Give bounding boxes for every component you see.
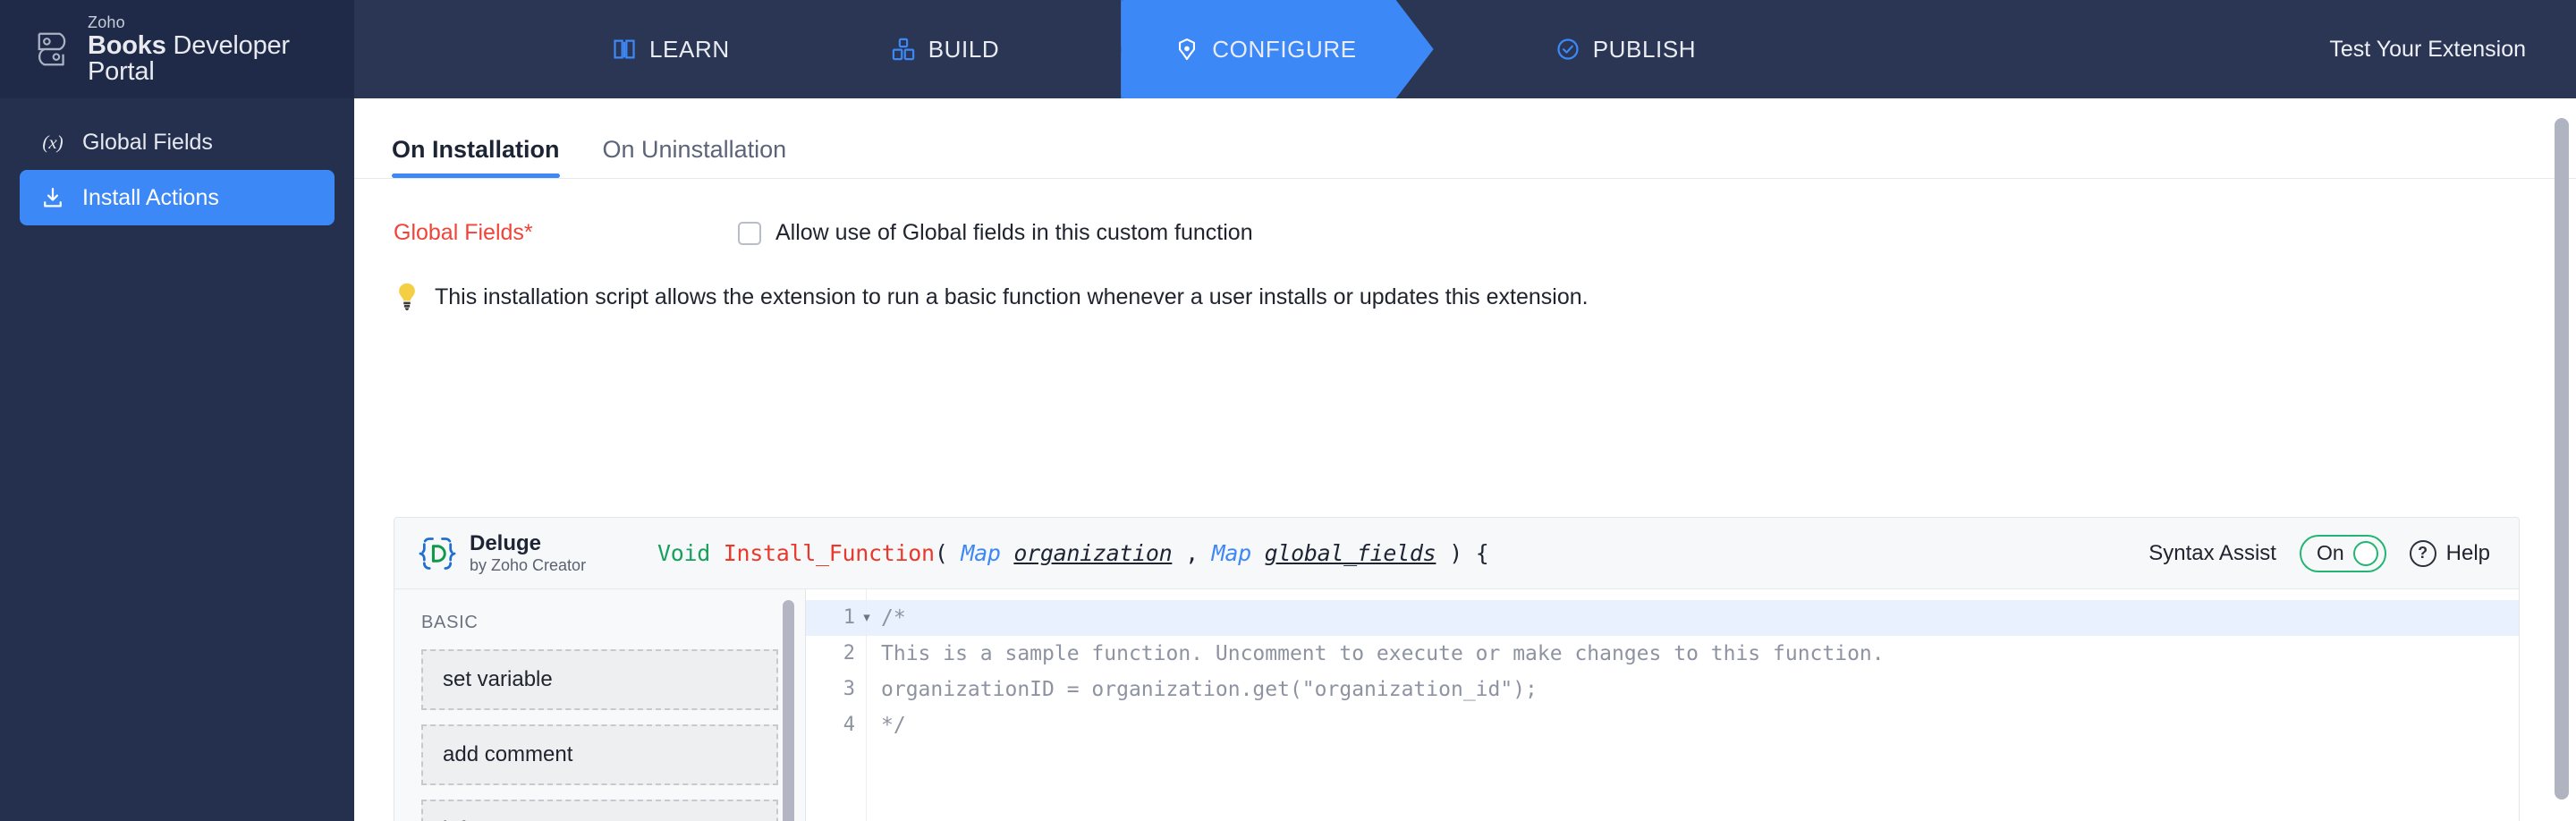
nav-tab-learn-label: LEARN [649, 35, 730, 63]
test-your-extension-label: Test Your Extension [2329, 36, 2526, 62]
question-circle-icon: ? [2409, 539, 2436, 567]
deluge-name: Deluge [470, 531, 542, 556]
zoho-books-logo-icon [38, 32, 66, 66]
download-icon [39, 184, 66, 211]
brand-sub-label: Zoho [88, 13, 125, 31]
book-icon [614, 39, 635, 59]
blocks-icon [892, 38, 914, 61]
block-add-comment-label: add comment [443, 742, 573, 766]
tab-on-uninstallation-label: On Uninstallation [602, 136, 787, 163]
signature-return-type: Void [657, 540, 711, 566]
blocks-section-title: BASIC [421, 613, 479, 632]
syntax-assist-state: On [2316, 541, 2344, 564]
function-signature: Void Install_Function( Map organization … [657, 540, 2148, 566]
nav-tab-publish[interactable]: PUBLISH [1516, 0, 1735, 98]
signature-param1-type: Map [961, 540, 1001, 566]
sidebar-item-install-actions-label: Install Actions [82, 184, 219, 210]
code-editor[interactable]: 1 2 3 4 ▾ /* This is a sample function. … [806, 589, 2519, 821]
signature-param1-name: organization [1013, 540, 1173, 566]
gear-target-icon [1174, 37, 1199, 62]
tab-on-uninstallation[interactable]: On Uninstallation [603, 136, 787, 178]
variable-x-icon: (x) [42, 131, 64, 153]
nav-tab-configure[interactable]: CONFIGURE [1121, 0, 1433, 98]
nav-tab-build[interactable]: BUILD [852, 0, 1039, 98]
blocks-panel-scrollbar[interactable] [783, 600, 794, 821]
installation-hint: This installation script allows the exte… [354, 246, 2576, 312]
line-number: 4 [843, 714, 855, 736]
nav-tab-build-label: BUILD [928, 35, 1000, 63]
nav-tab-configure-label: CONFIGURE [1212, 35, 1357, 63]
nav-tab-learn[interactable]: LEARN [572, 0, 769, 98]
code-fold-toggle[interactable]: ▾ [857, 600, 877, 636]
help-label: Help [2445, 540, 2490, 565]
check-circle-icon [1557, 38, 1579, 60]
blocks-panel: BASIC set variable add comment info [394, 589, 806, 821]
sidebar-item-global-fields-label: Global Fields [82, 129, 213, 155]
syntax-assist-toggle[interactable]: On [2299, 534, 2386, 572]
block-info[interactable]: info [421, 800, 778, 821]
help-button[interactable]: ? Help [2409, 539, 2490, 567]
deluge-editor-card: Deluge by Zoho Creator Void Install_Func… [394, 517, 2520, 821]
sidebar-item-global-fields[interactable]: (x) Global Fields [20, 114, 335, 170]
block-add-comment[interactable]: add comment [421, 724, 778, 785]
code-line[interactable]: This is a sample function. Uncomment to … [867, 636, 2519, 672]
editor-body: BASIC set variable add comment info 1 2 … [394, 589, 2519, 821]
editor-toolbar: Deluge by Zoho Creator Void Install_Func… [394, 518, 2519, 589]
installation-tabs: On Installation On Uninstallation [354, 98, 2576, 179]
sidebar: (x) Global Fields Install Actions [0, 98, 354, 821]
global-fields-label: Global Fields* [394, 220, 533, 245]
deluge-brand: Deluge by Zoho Creator [418, 531, 657, 574]
sidebar-item-install-actions[interactable]: Install Actions [20, 170, 335, 225]
block-set-variable[interactable]: set variable [421, 649, 778, 710]
global-fields-row: Global Fields* Allow use of Global field… [354, 179, 2576, 246]
signature-param2-name: global_fields [1264, 540, 1436, 566]
brand-title-bold: Books [88, 30, 166, 60]
test-your-extension-button[interactable]: Test Your Extension [2329, 0, 2526, 98]
allow-global-fields-checkbox[interactable] [738, 221, 761, 245]
allow-global-fields-label: Allow use of Global fields in this custo… [775, 220, 1253, 245]
deluge-by: by Zoho Creator [470, 555, 587, 574]
code-line[interactable]: /* [867, 600, 2519, 636]
signature-open-paren: ( [934, 540, 962, 566]
line-number: 2 [843, 642, 855, 664]
installation-hint-text: This installation script allows the exte… [435, 284, 1589, 309]
tab-on-installation-label: On Installation [392, 136, 560, 163]
main-content: On Installation On Uninstallation Global… [354, 98, 2576, 821]
nav-tab-publish-label: PUBLISH [1592, 35, 1697, 63]
brand-logo-area[interactable]: Zoho Books Developer Portal [0, 0, 354, 98]
line-number: 3 [843, 678, 855, 700]
primary-nav-tabs: LEARN BUILD CONFIGURE PUBLISH Test Your … [354, 0, 2576, 98]
code-line[interactable]: */ [867, 707, 2519, 743]
lightbulb-icon [399, 283, 415, 311]
block-set-variable-label: set variable [443, 667, 553, 691]
editor-toolbar-right: Syntax Assist On ? Help [2148, 534, 2496, 572]
code-line[interactable]: organizationID = organization.get("organ… [867, 672, 2519, 707]
syntax-assist-toggle-knob [2352, 540, 2378, 566]
top-navigation-bar: Zoho Books Developer Portal LEARN BUILD [0, 0, 2576, 98]
signature-comma: , [1172, 540, 1212, 566]
page-scrollbar[interactable] [2555, 118, 2569, 800]
syntax-assist-label: Syntax Assist [2148, 540, 2276, 565]
signature-space [710, 540, 724, 566]
code-lines[interactable]: ▾ /* This is a sample function. Uncommen… [863, 589, 2519, 821]
block-info-label: info [443, 817, 478, 821]
brand-title: Books Developer Portal [88, 30, 354, 85]
signature-param2-type: Map [1211, 540, 1252, 566]
signature-close: ) { [1436, 540, 1489, 566]
signature-function-name: Install_Function [723, 540, 935, 566]
deluge-logo-icon [419, 537, 455, 570]
allow-global-fields-checkbox-wrap[interactable]: Allow use of Global fields in this custo… [738, 220, 1253, 246]
tab-on-installation[interactable]: On Installation [392, 136, 560, 178]
